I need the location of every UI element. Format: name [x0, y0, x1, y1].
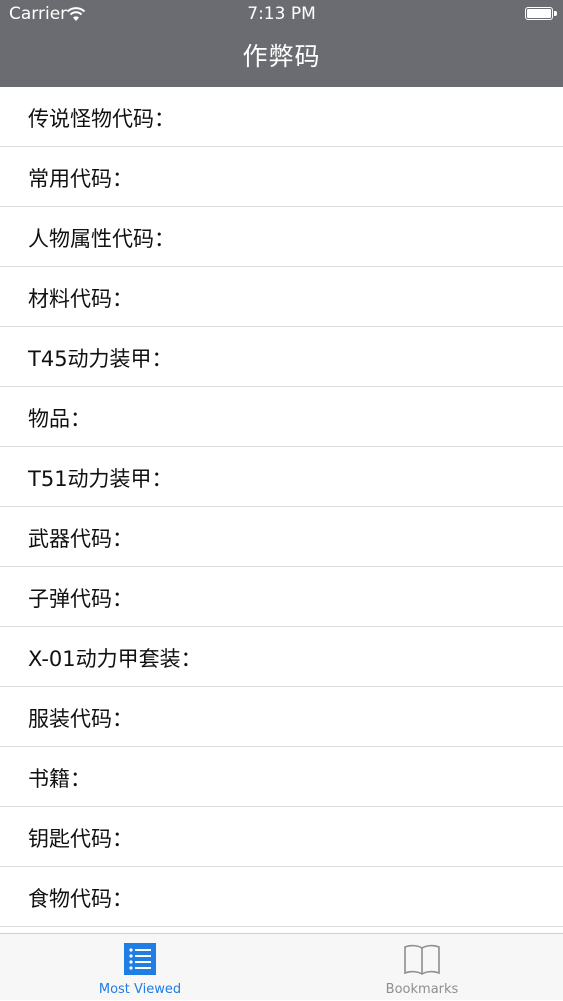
tab-label: Most Viewed	[98, 982, 182, 997]
list-item-label: 子弹代码：	[28, 587, 133, 611]
list-icon	[124, 943, 156, 975]
status-bar: Carrier 7:13 PM	[0, 0, 563, 28]
list-item-label: 书籍：	[28, 767, 91, 791]
list-item[interactable]: 书籍：	[0, 747, 563, 807]
list-item-label: 材料代码：	[28, 287, 133, 311]
cheat-code-list: 传说怪物代码： 常用代码： 人物属性代码： 材料代码： T45动力装甲： 物品：…	[0, 87, 563, 934]
tab-label: Bookmarks	[385, 982, 459, 997]
list-item[interactable]: 服装代码：	[0, 687, 563, 747]
tab-bar: Most Viewed Bookmarks	[0, 933, 563, 1000]
tab-most-viewed[interactable]: Most Viewed	[40, 934, 240, 1001]
list-item-label: T51动力装甲：	[28, 467, 173, 491]
list-item[interactable]: T51动力装甲：	[0, 447, 563, 507]
list-item[interactable]: 食物代码：	[0, 867, 563, 927]
list-item[interactable]: 钥匙代码：	[0, 807, 563, 867]
list-item-label: X-01动力甲套装：	[28, 647, 202, 671]
book-icon	[404, 944, 440, 975]
list-item[interactable]: X-01动力甲套装：	[0, 627, 563, 687]
list-item-label: 食物代码：	[28, 887, 133, 911]
list-item[interactable]: 武器代码：	[0, 507, 563, 567]
list-item[interactable]: 传说怪物代码：	[0, 87, 563, 147]
list-item-label: 服装代码：	[28, 707, 133, 731]
list-item[interactable]: 材料代码：	[0, 267, 563, 327]
tab-bookmarks[interactable]: Bookmarks	[322, 934, 522, 1001]
list-item[interactable]: 常用代码：	[0, 147, 563, 207]
list-item-label: 钥匙代码：	[28, 827, 133, 851]
list-item-label: T45动力装甲：	[28, 347, 173, 371]
list-item[interactable]: 人物属性代码：	[0, 207, 563, 267]
list-item[interactable]: 子弹代码：	[0, 567, 563, 627]
page-title: 作弊码	[242, 42, 321, 71]
list-item-label: 武器代码：	[28, 527, 133, 551]
list-item-label: 常用代码：	[28, 167, 133, 191]
list-item[interactable]: 物品：	[0, 387, 563, 447]
status-time: 7:13 PM	[247, 4, 316, 24]
list-item-label: 物品：	[28, 407, 91, 431]
battery-icon	[525, 7, 557, 20]
list-item-label: 人物属性代码：	[28, 227, 175, 251]
navigation-bar: Carrier 7:13 PM 作弊码	[0, 0, 563, 87]
list-item[interactable]: T45动力装甲：	[0, 327, 563, 387]
list-item-label: 传说怪物代码：	[28, 107, 175, 131]
